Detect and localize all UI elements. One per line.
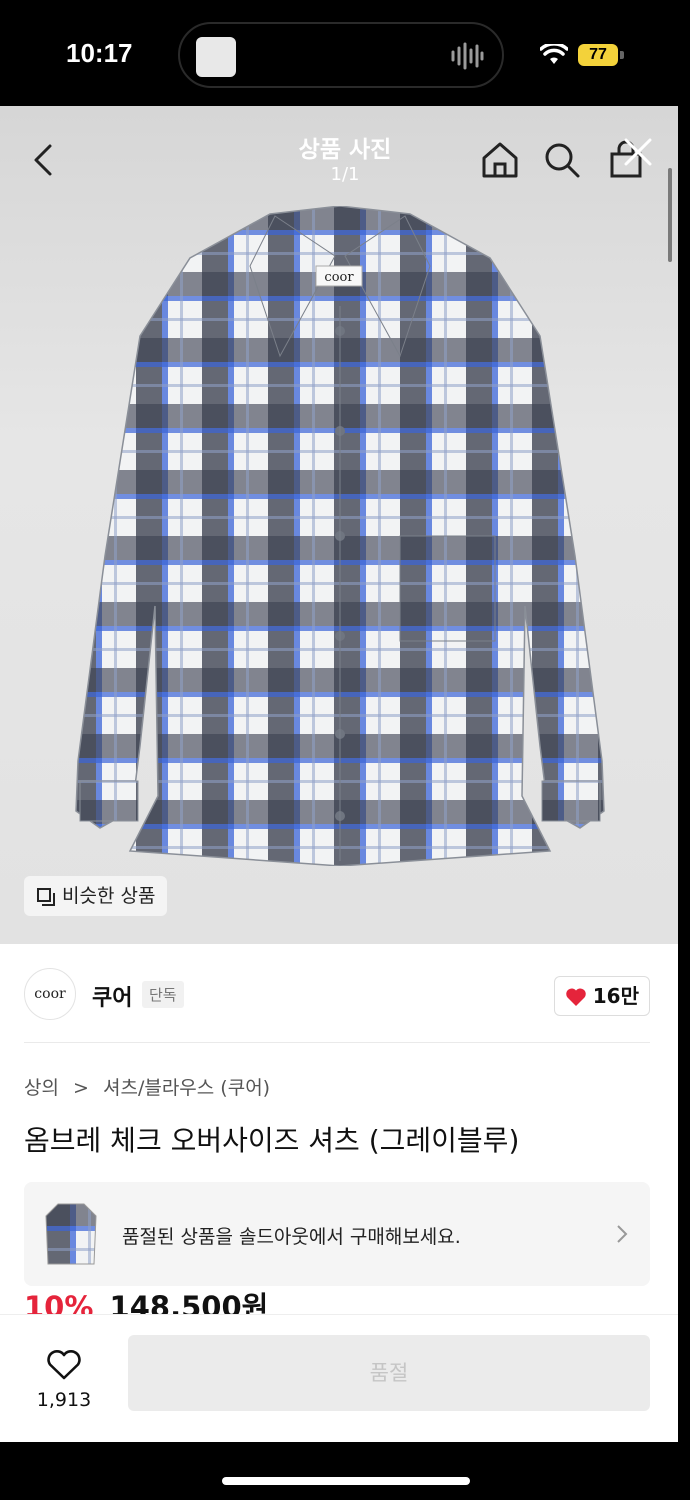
divider [24, 1042, 650, 1043]
now-playing-thumbnail [196, 37, 236, 77]
chevron-right-icon [617, 1225, 628, 1243]
brand-like-button[interactable]: 16만 [553, 976, 650, 1016]
home-icon[interactable] [480, 140, 520, 180]
similar-products-button[interactable]: 비슷한 상품 [24, 876, 168, 916]
soldout-button[interactable]: 품절 [128, 1335, 650, 1411]
audio-waveform-icon [451, 42, 484, 70]
product-photo[interactable]: coor 상품 사진 1/1 비슷한 상품 [0, 106, 678, 944]
status-time: 10:17 [66, 38, 133, 68]
wish-button[interactable]: 1,913 [24, 1349, 104, 1411]
photo-scrollbar[interactable] [668, 168, 672, 262]
shirt-image: coor [75, 206, 605, 866]
exclusive-badge: 단독 [142, 981, 184, 1008]
shirt-label-text: coor [324, 270, 354, 285]
brand-like-count: 16만 [592, 984, 639, 1008]
product-thumbnail [45, 1203, 97, 1265]
battery-indicator: 77 [578, 44, 618, 66]
dynamic-island[interactable] [178, 22, 504, 88]
wifi-icon [540, 44, 568, 64]
status-bar: 10:17 77 [0, 0, 690, 106]
battery-tip [620, 51, 624, 59]
brand-name[interactable]: 쿠어 [92, 980, 132, 1012]
breadcrumb-subcategory[interactable]: 셔츠/블라우스 (쿠어) [103, 1077, 270, 1099]
photo-header: 상품 사진 1/1 [0, 106, 678, 206]
copy-icon [37, 888, 55, 906]
product-title: 옴브레 체크 오버사이즈 셔츠 (그레이블루) [24, 1124, 520, 1157]
search-icon[interactable] [542, 140, 582, 180]
breadcrumb: 상의 > 셔츠/블라우스 (쿠어) [24, 1073, 278, 1100]
wish-count: 1,913 [36, 1389, 92, 1411]
brand-logo[interactable]: coor [24, 968, 76, 1020]
similar-products-label: 비슷한 상품 [62, 885, 156, 907]
soldout-banner-text: 품절된 상품을 솔드아웃에서 구매해보세요. [122, 1226, 461, 1248]
bottom-action-bar: 1,913 품절 [0, 1314, 678, 1442]
breadcrumb-separator: > [73, 1077, 89, 1099]
heart-outline-icon [47, 1350, 81, 1380]
close-icon[interactable] [618, 132, 658, 172]
breadcrumb-category[interactable]: 상의 [24, 1077, 59, 1099]
brand-row: coor 쿠어 단독 16만 [24, 966, 650, 1026]
soldout-banner[interactable]: 품절된 상품을 솔드아웃에서 구매해보세요. [24, 1182, 650, 1286]
home-indicator[interactable] [222, 1477, 470, 1485]
heart-filled-icon [566, 988, 586, 1006]
product-page: coor 상품 사진 1/1 비슷한 상품 coor 쿠어 단독 16만 상의 … [0, 106, 678, 1442]
